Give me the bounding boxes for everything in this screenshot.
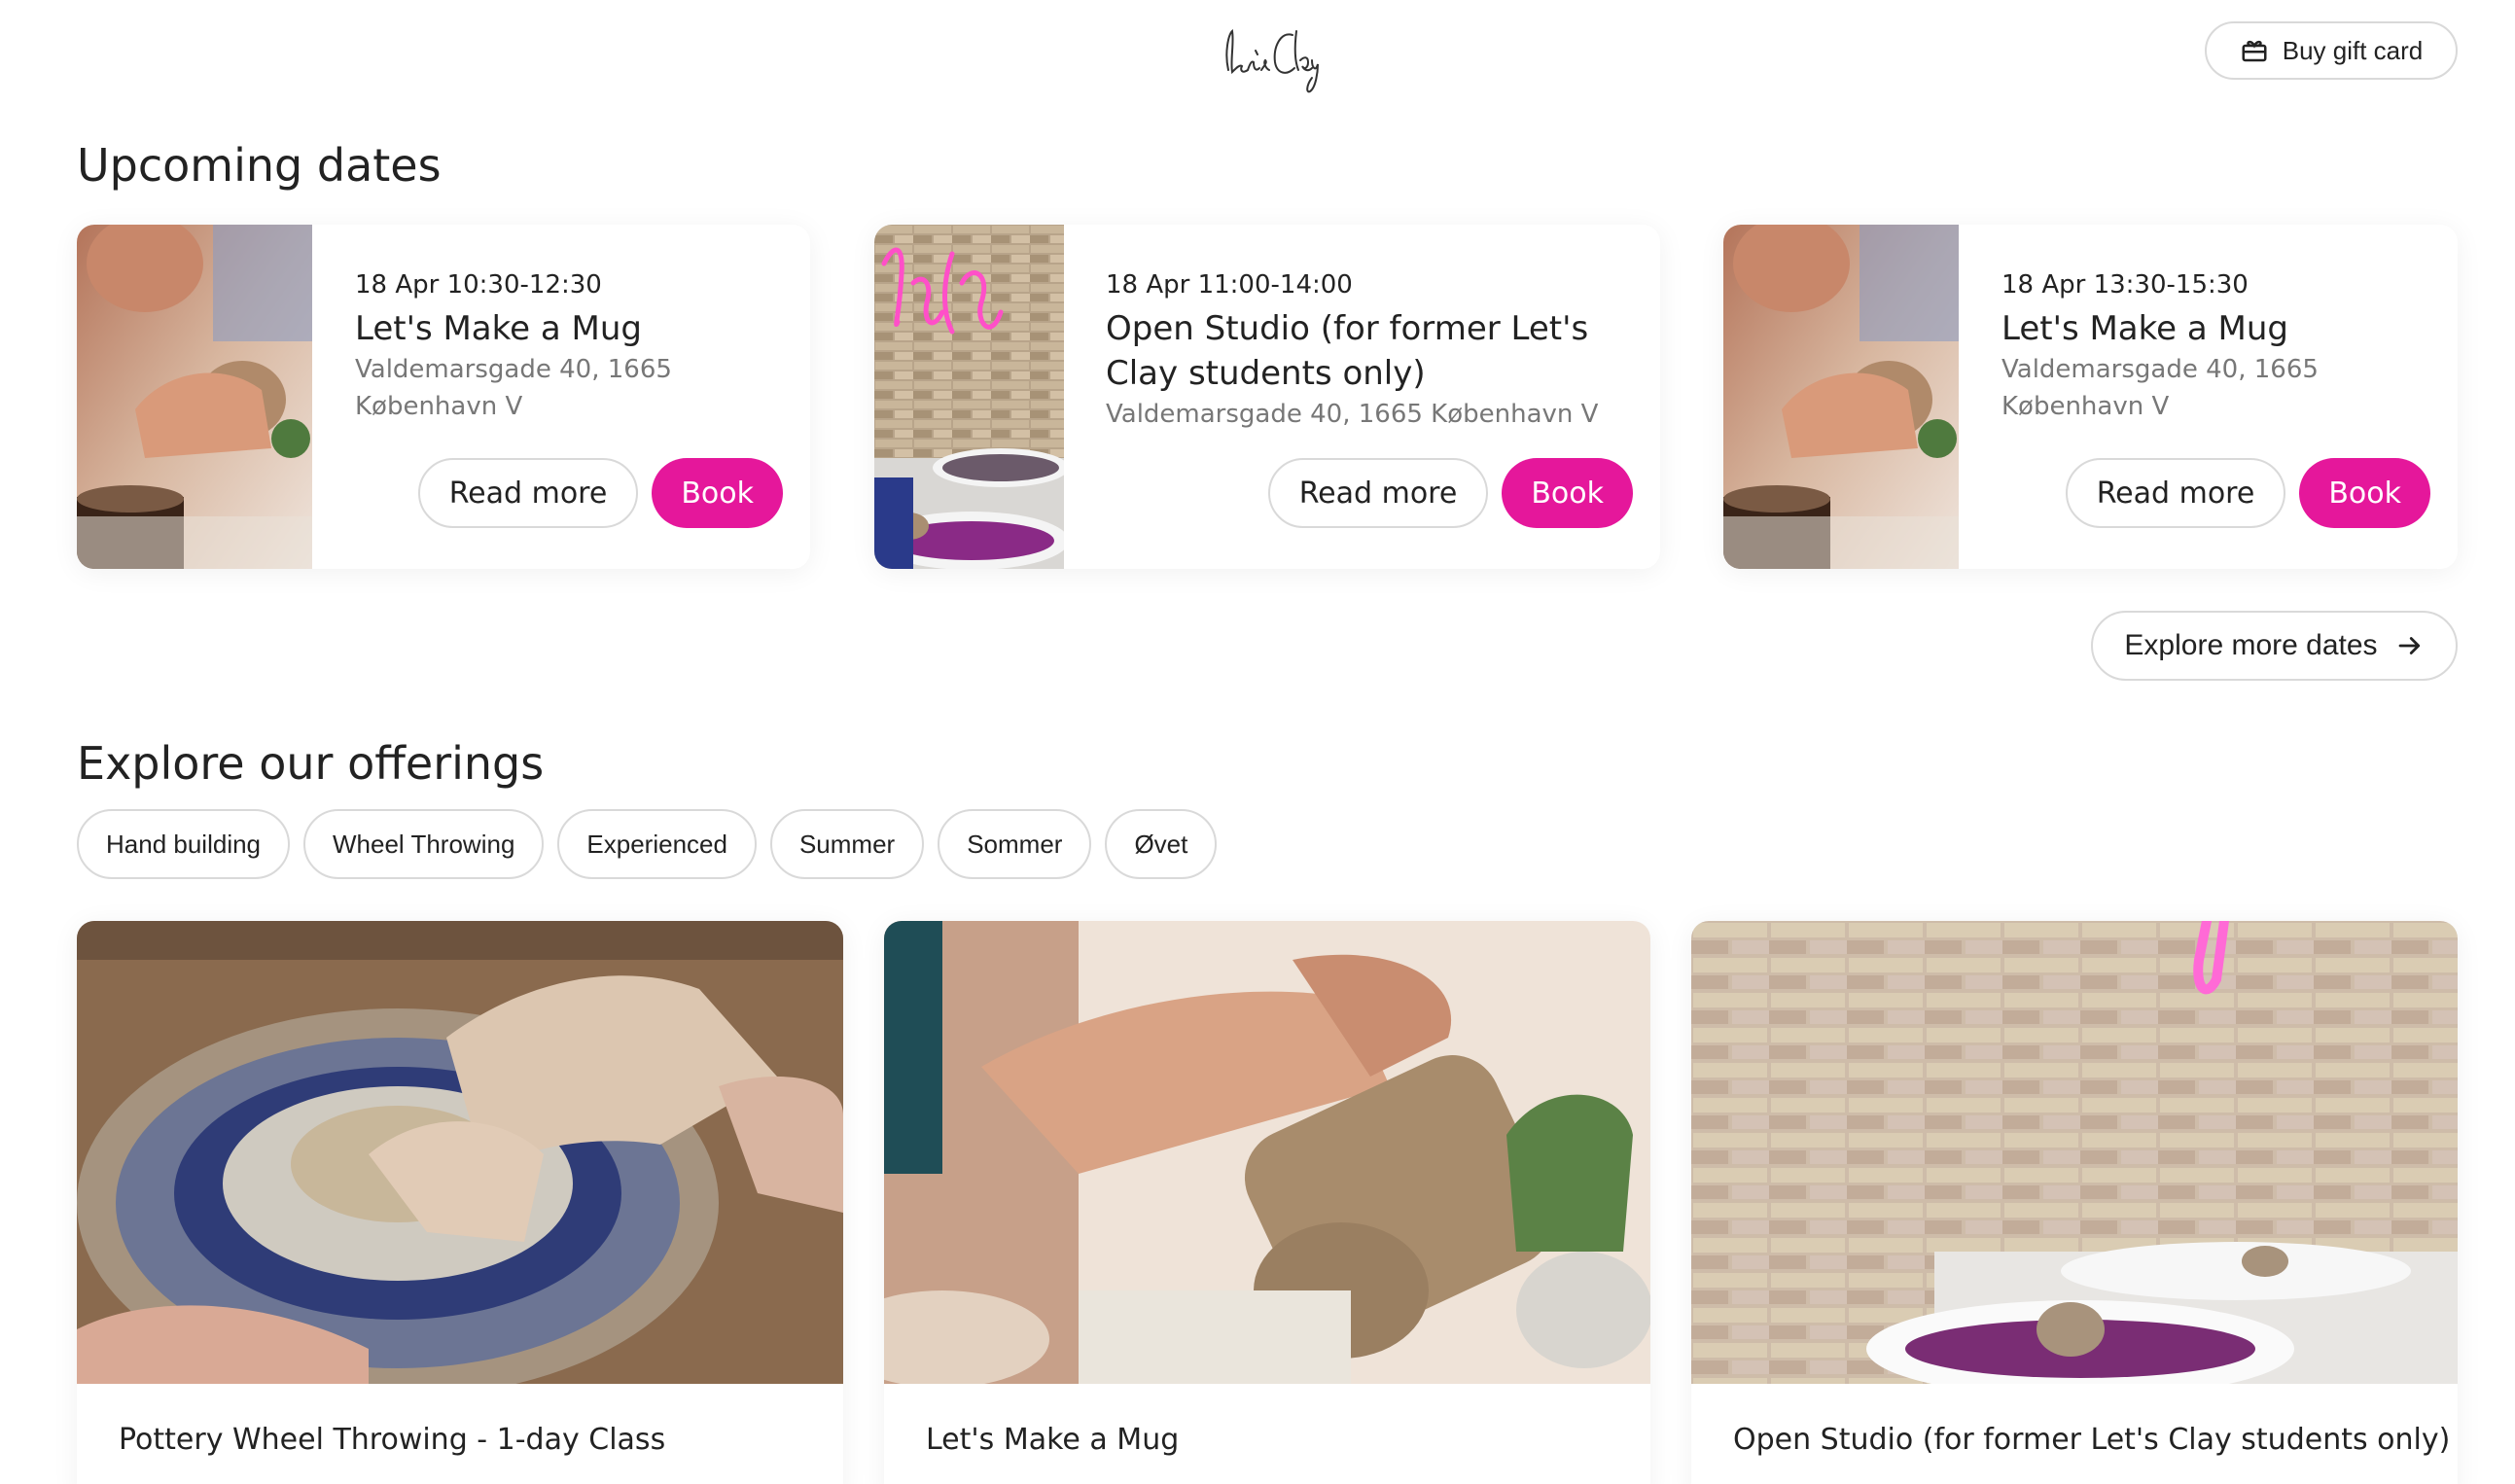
offering-image	[884, 921, 1650, 1384]
explore-more-dates-label: Explore more dates	[2124, 629, 2378, 661]
date-address: Valdemarsgade 40, 1665 København V	[1106, 400, 1599, 429]
date-card[interactable]: 18 Apr 13:30-15:30 Let's Make a Mug Vald…	[1723, 225, 2458, 569]
date-card-info: 18 Apr 13:30-15:30 Let's Make a Mug Vald…	[2001, 267, 2429, 425]
filter-chip-summer[interactable]: Summer	[769, 809, 925, 879]
date-address: Valdemarsgade 40, 1665 København V	[2001, 355, 2319, 421]
explore-more-dates-button[interactable]: Explore more dates	[2091, 611, 2458, 681]
offering-image	[1691, 921, 2458, 1384]
date-address: Valdemarsgade 40, 1665 København V	[355, 355, 672, 421]
filter-chip-experienced[interactable]: Experienced	[557, 809, 757, 879]
filter-chip-wheel-throwing[interactable]: Wheel Throwing	[303, 809, 545, 879]
offering-title: Pottery Wheel Throwing - 1-day Class	[119, 1423, 666, 1457]
buy-gift-card-button[interactable]: Buy gift card	[2205, 21, 2458, 80]
date-title: Let's Make a Mug	[355, 309, 642, 348]
date-title: Let's Make a Mug	[2001, 309, 2288, 348]
read-more-button[interactable]: Read more	[2065, 458, 2286, 528]
filter-chip-ovet[interactable]: Øvet	[1105, 809, 1218, 879]
offering-image	[77, 921, 843, 1384]
read-more-button[interactable]: Read more	[417, 458, 639, 528]
offering-card[interactable]: Open Studio (for former Let's Clay stude…	[1691, 921, 2458, 1484]
offering-card[interactable]: Let's Make a Mug	[884, 921, 1650, 1484]
date-title: Open Studio (for former Let's Clay stude…	[1106, 309, 1589, 393]
header: Buy gift card	[0, 0, 2515, 117]
upcoming-dates-title: Upcoming dates	[77, 139, 442, 192]
date-card-info: 18 Apr 10:30-12:30 Let's Make a Mug Vald…	[355, 267, 783, 425]
date-card[interactable]: 18 Apr 11:00-14:00 Open Studio (for form…	[874, 225, 1660, 569]
date-time: 18 Apr 10:30-12:30	[355, 270, 602, 300]
read-more-button[interactable]: Read more	[1267, 458, 1489, 528]
book-button[interactable]: Book	[2299, 458, 2430, 528]
card-actions: Read more Book	[1267, 458, 1633, 528]
date-card-image	[1723, 225, 1959, 569]
offerings-title: Explore our offerings	[77, 737, 545, 790]
date-card-image	[77, 225, 312, 569]
buy-gift-card-label: Buy gift card	[2282, 35, 2424, 65]
date-card-info: 18 Apr 11:00-14:00 Open Studio (for form…	[1106, 267, 1631, 433]
date-time: 18 Apr 13:30-15:30	[2001, 270, 2249, 300]
gift-card-icon	[2242, 40, 2267, 62]
card-actions: Read more Book	[417, 458, 783, 528]
arrow-right-icon	[2398, 637, 2420, 654]
filter-chip-sommer[interactable]: Sommer	[938, 809, 1092, 879]
filter-chip-hand-building[interactable]: Hand building	[77, 809, 291, 879]
book-button[interactable]: Book	[652, 458, 783, 528]
date-card-image	[874, 225, 1064, 569]
offering-title: Open Studio (for former Let's Clay stude…	[1733, 1423, 2451, 1457]
offering-title: Let's Make a Mug	[926, 1423, 1180, 1457]
book-button[interactable]: Book	[1502, 458, 1633, 528]
brand-logo[interactable]	[1211, 14, 1328, 101]
filter-chips: Hand building Wheel Throwing Experienced…	[77, 809, 1218, 879]
date-card[interactable]: 18 Apr 10:30-12:30 Let's Make a Mug Vald…	[77, 225, 810, 569]
card-actions: Read more Book	[2065, 458, 2430, 528]
date-time: 18 Apr 11:00-14:00	[1106, 270, 1353, 300]
offering-card[interactable]: Pottery Wheel Throwing - 1-day Class	[77, 921, 843, 1484]
